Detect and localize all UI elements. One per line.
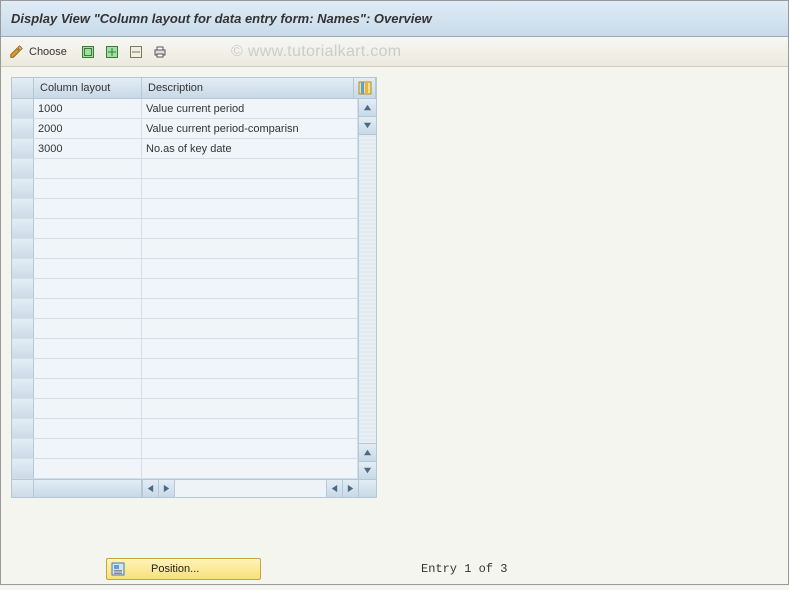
table-row-empty <box>12 399 358 419</box>
hscroll-end <box>358 480 376 497</box>
toolbar: Choose © www.tutorialkart.com <box>1 37 788 67</box>
cell-layout[interactable]: 1000 <box>34 99 142 118</box>
table-row-empty <box>12 219 358 239</box>
table-row-empty <box>12 359 358 379</box>
table-row-empty <box>12 279 358 299</box>
scroll-up-step-icon[interactable] <box>359 443 376 461</box>
scroll-left-step-icon[interactable] <box>326 480 342 497</box>
cell-layout[interactable]: 3000 <box>34 139 142 158</box>
select-block-icon[interactable] <box>103 44 121 60</box>
scroll-down-icon[interactable] <box>359 461 376 479</box>
table-row-empty <box>12 379 358 399</box>
column-header-description[interactable]: Description <box>142 78 354 98</box>
page-title: Display View "Column layout for data ent… <box>11 11 432 26</box>
hscroll-corner <box>12 480 34 497</box>
table-row-empty <box>12 179 358 199</box>
toggle-edit-icon[interactable] <box>9 45 23 59</box>
scroll-right-icon[interactable] <box>342 480 358 497</box>
hscroll-spacer <box>34 480 142 497</box>
position-button-label: Position... <box>151 563 199 575</box>
cell-desc[interactable]: Value current period-comparisn <box>142 119 358 138</box>
row-selector[interactable] <box>12 119 34 138</box>
column-settings-icon[interactable] <box>354 78 376 98</box>
cell-layout[interactable]: 2000 <box>34 119 142 138</box>
table-row-empty <box>12 439 358 459</box>
scroll-right-step-icon[interactable] <box>158 480 174 497</box>
table-row-empty <box>12 159 358 179</box>
table-row[interactable]: 1000 Value current period <box>12 99 358 119</box>
choose-button[interactable]: Choose <box>29 46 67 58</box>
deselect-all-icon[interactable] <box>127 44 145 60</box>
cell-desc[interactable]: No.as of key date <box>142 139 358 158</box>
table-corner <box>12 78 34 98</box>
table-row[interactable]: 3000 No.as of key date <box>12 139 358 159</box>
position-button[interactable]: Position... <box>106 558 261 580</box>
table-row-empty <box>12 319 358 339</box>
table-row-empty <box>12 419 358 439</box>
row-selector[interactable] <box>12 99 34 118</box>
table-row-empty <box>12 459 358 479</box>
table-row-empty <box>12 199 358 219</box>
column-header-layout[interactable]: Column layout <box>34 78 142 98</box>
vertical-scrollbar[interactable] <box>358 99 376 479</box>
horizontal-scrollbar[interactable] <box>12 479 376 497</box>
cell-desc[interactable]: Value current period <box>142 99 358 118</box>
scrollbar-track[interactable] <box>359 135 376 443</box>
entry-count-text: Entry 1 of 3 <box>421 562 507 576</box>
table-row-empty <box>12 299 358 319</box>
table-row-empty <box>12 339 358 359</box>
table-row[interactable]: 2000 Value current period-comparisn <box>12 119 358 139</box>
scroll-left-icon[interactable] <box>142 480 158 497</box>
scroll-down-step-icon[interactable] <box>359 117 376 135</box>
scroll-up-icon[interactable] <box>359 99 376 117</box>
hscrollbar-track[interactable] <box>174 480 326 497</box>
watermark: © www.tutorialkart.com <box>231 43 401 61</box>
table-row-empty <box>12 239 358 259</box>
row-selector[interactable] <box>12 139 34 158</box>
select-all-icon[interactable] <box>79 44 97 60</box>
print-icon[interactable] <box>151 44 169 60</box>
data-table: Column layout Description 1000 Value cur… <box>11 77 377 498</box>
table-row-empty <box>12 259 358 279</box>
